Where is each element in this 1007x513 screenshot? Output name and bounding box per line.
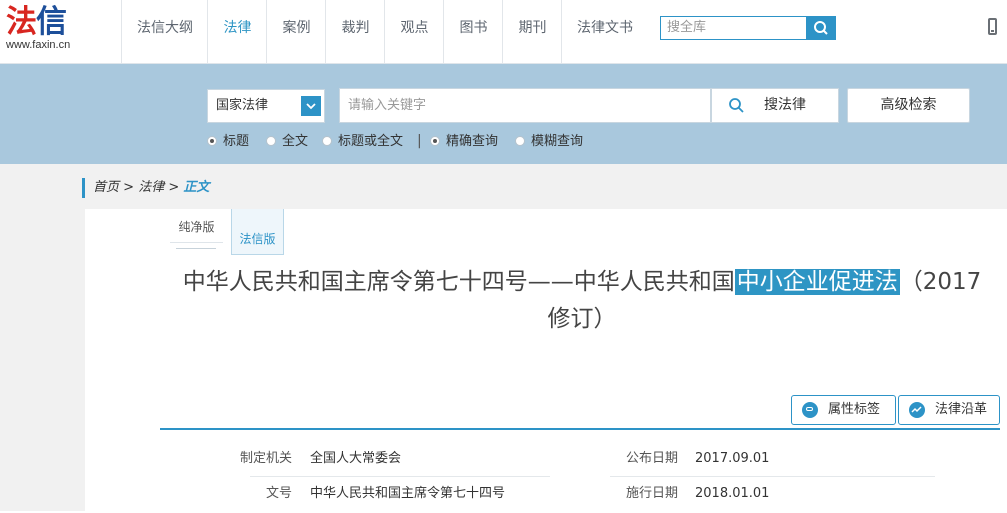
nav-cases[interactable]: 案例 — [266, 0, 326, 63]
meta-row: 制定机关 全国人大常委会 公布日期 2017.09.01 — [160, 442, 1000, 476]
radio-title[interactable]: 标题 — [207, 134, 249, 150]
radio-dot — [430, 136, 440, 146]
nav-outline[interactable]: 法信大纲 — [121, 0, 208, 63]
keyword-input[interactable]: 请输入关键字 — [339, 88, 711, 123]
chevron-down-icon[interactable] — [301, 96, 321, 116]
global-search-button[interactable] — [807, 16, 836, 40]
effective-date-label: 施行日期 — [625, 486, 678, 501]
tab-faxin-version[interactable]: 法信版 — [231, 209, 284, 255]
nav-judgments[interactable]: 裁判 — [325, 0, 385, 63]
tab-pure-version[interactable]: 纯净版 — [170, 209, 223, 249]
breadcrumb: 首页 > 法律 > 正文 — [82, 178, 209, 198]
faxin-logo[interactable]: 法信 www.faxin.cn — [6, 4, 70, 51]
radio-label: 模糊查询 — [531, 134, 584, 149]
top-nav-bar: 法信 www.faxin.cn 法信大纲 法律 案例 裁判 观点 图书 期刊 法… — [0, 0, 1007, 64]
nav-law[interactable]: 法律 — [207, 0, 267, 63]
tag-icon — [802, 402, 818, 418]
radio-dot — [207, 136, 217, 146]
title-part-1: 中华人民共和国主席令第七十四号——中华人民共和国 — [182, 269, 735, 295]
issuer-label: 制定机关 — [239, 451, 292, 466]
law-history-label: 法律沿革 — [935, 402, 988, 417]
document-meta-table: 制定机关 全国人大常委会 公布日期 2017.09.01 文号 中华人民共和国主… — [160, 428, 1000, 513]
breadcrumb-separator: > — [164, 180, 184, 195]
radio-label: 全文 — [282, 134, 309, 149]
title-line-2: 修订） — [547, 306, 617, 332]
radio-title-or-fulltext[interactable]: 标题或全文 — [322, 134, 403, 150]
nav-journals[interactable]: 期刊 — [502, 0, 562, 63]
search-law-label: 搜法律 — [764, 97, 806, 113]
breadcrumb-home[interactable]: 首页 — [93, 180, 119, 195]
logo-url: www.faxin.cn — [6, 39, 71, 51]
breadcrumb-law[interactable]: 法律 — [138, 180, 164, 195]
mobile-icon[interactable] — [988, 18, 997, 35]
effective-date-value: 2018.01.01 — [695, 486, 770, 501]
title-highlight: 中小企业促进法 — [734, 269, 900, 295]
logo-char-2: 信 — [36, 4, 67, 40]
radio-dot — [515, 136, 525, 146]
nav-opinions[interactable]: 观点 — [384, 0, 444, 63]
search-law-button[interactable]: 搜法律 — [711, 88, 839, 123]
trend-icon — [909, 402, 925, 418]
page-title: 中华人民共和国主席令第七十四号——中华人民共和国中小企业促进法（2017 修订） — [162, 264, 1002, 338]
radio-dot — [266, 136, 276, 146]
nav-books[interactable]: 图书 — [443, 0, 503, 63]
advanced-search-button[interactable]: 高级检索 — [847, 88, 970, 123]
breadcrumb-separator: > — [119, 180, 139, 195]
radio-fuzzy[interactable]: 模糊查询 — [515, 134, 583, 150]
title-part-2: （2017 — [899, 269, 982, 295]
issuer-value: 全国人大常委会 — [310, 451, 402, 466]
radio-divider: | — [417, 133, 422, 149]
attribute-tags-label: 属性标签 — [828, 402, 881, 417]
docno-label: 文号 — [265, 486, 292, 501]
publish-date-label: 公布日期 — [625, 451, 678, 466]
search-icon — [729, 98, 744, 113]
law-history-button[interactable]: 法律沿革 — [898, 395, 1000, 425]
logo-char-1: 法 — [6, 4, 37, 40]
logo-wordmark: 法信 — [6, 4, 70, 40]
radio-label: 精确查询 — [446, 134, 499, 149]
publish-date-value: 2017.09.01 — [695, 451, 770, 466]
attribute-tags-button[interactable]: 属性标签 — [791, 395, 896, 425]
radio-exact[interactable]: 精确查询 — [430, 134, 498, 150]
radio-label: 标题 — [223, 134, 250, 149]
breadcrumb-current: 正文 — [183, 180, 210, 195]
search-icon — [814, 21, 828, 35]
radio-dot — [322, 136, 332, 146]
radio-label: 标题或全文 — [338, 134, 404, 149]
docno-value: 中华人民共和国主席令第七十四号 — [310, 486, 506, 501]
nav-legal-docs[interactable]: 法律文书 — [561, 0, 648, 63]
meta-row: 文号 中华人民共和国主席令第七十四号 施行日期 2018.01.01 — [160, 477, 1000, 511]
radio-fulltext[interactable]: 全文 — [266, 134, 308, 150]
global-search-input[interactable]: 搜全库 — [660, 16, 807, 40]
